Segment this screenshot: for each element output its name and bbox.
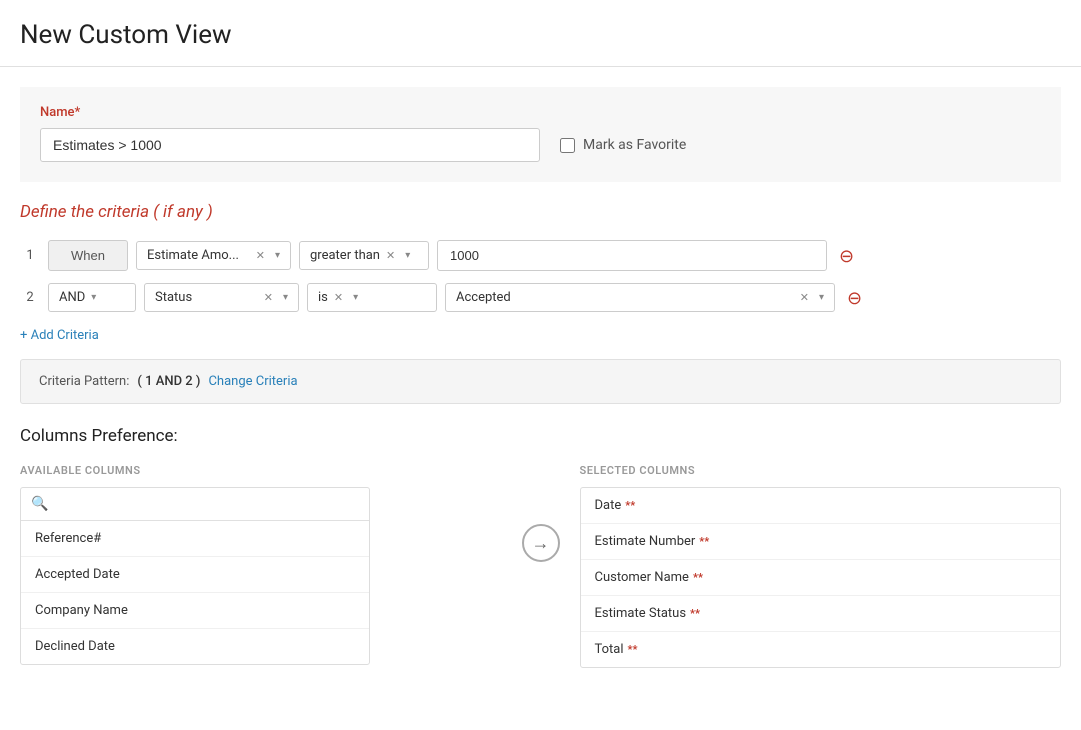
value-label-2: Accepted — [456, 290, 511, 305]
remove-criteria-1[interactable]: ⊖ — [835, 243, 858, 269]
field-arrow-1: ▾ — [275, 250, 280, 261]
available-columns-title: AVAILABLE COLUMNS — [20, 464, 502, 477]
field-label-2: Status — [155, 290, 258, 305]
row-num-1: 1 — [20, 248, 40, 263]
main-content: Name* Mark as Favorite Define the criter… — [0, 67, 1081, 688]
name-row: Mark as Favorite — [40, 128, 1041, 162]
selected-item-estimate-number-label: Estimate Number — [595, 534, 696, 549]
required-mark-total: ** — [628, 643, 638, 656]
operator-label-1: greater than — [310, 248, 380, 263]
field-dropdown-2[interactable]: Status ✕ ▾ — [144, 283, 299, 312]
available-columns-box: 🔍 Reference# Accepted Date Company Name … — [20, 487, 370, 665]
selected-item-estimate-status-label: Estimate Status — [595, 606, 687, 621]
criteria-row-2: 2 AND ▾ Status ✕ ▾ is ✕ ▾ Accepted ✕ ▾ ⊖ — [20, 283, 1061, 312]
name-section: Name* Mark as Favorite — [20, 87, 1061, 182]
page-title: New Custom View — [20, 20, 1061, 50]
condition-dropdown-2[interactable]: AND ▾ — [48, 283, 136, 312]
columns-container: AVAILABLE COLUMNS 🔍 Reference# Accepted … — [20, 464, 1061, 668]
criteria-row-1: 1 When Estimate Amo... ✕ ▾ greater than … — [20, 240, 1061, 271]
name-input[interactable] — [40, 128, 540, 162]
operator-dropdown-2[interactable]: is ✕ ▾ — [307, 283, 437, 312]
field-clear-1[interactable]: ✕ — [256, 249, 265, 262]
mark-as-favorite-label[interactable]: Mark as Favorite — [583, 137, 686, 153]
condition-label-2: AND — [59, 290, 85, 305]
transfer-right-button[interactable]: → — [522, 524, 560, 562]
mark-as-favorite-checkbox[interactable] — [560, 138, 575, 153]
selected-item-total-label: Total — [595, 642, 624, 657]
selected-item-date[interactable]: Date ** — [581, 488, 1061, 524]
selected-columns-title: SELECTED COLUMNS — [580, 464, 1062, 477]
row-num-2: 2 — [20, 290, 40, 305]
columns-pref-title: Columns Preference: — [20, 426, 1061, 446]
selected-columns-section: SELECTED COLUMNS Date ** Estimate Number… — [580, 464, 1062, 668]
transfer-right-icon: → — [532, 533, 550, 554]
available-item-declined-date[interactable]: Declined Date — [21, 629, 369, 664]
value-arrow-2: ▾ — [819, 292, 824, 303]
pattern-value: ( 1 AND 2 ) — [137, 374, 200, 389]
search-icon: 🔍 — [31, 496, 48, 512]
available-item-accepted-date[interactable]: Accepted Date — [21, 557, 369, 593]
criteria-section: Define the criteria ( if any ) 1 When Es… — [20, 202, 1061, 404]
transfer-button-area: → — [502, 524, 580, 562]
available-item-company-name[interactable]: Company Name — [21, 593, 369, 629]
add-criteria-link[interactable]: + Add Criteria — [20, 328, 99, 343]
pattern-label: Criteria Pattern: — [39, 374, 129, 389]
condition-arrow-2: ▾ — [91, 292, 96, 303]
when-button[interactable]: When — [48, 240, 128, 271]
available-item-reference[interactable]: Reference# — [21, 521, 369, 557]
criteria-title: Define the criteria ( if any ) — [20, 202, 1061, 222]
favorite-row: Mark as Favorite — [560, 137, 686, 153]
page-header: New Custom View — [0, 0, 1081, 67]
name-label: Name* — [40, 105, 1041, 120]
search-row: 🔍 — [21, 488, 369, 521]
available-columns-section: AVAILABLE COLUMNS 🔍 Reference# Accepted … — [20, 464, 502, 665]
required-mark-customer-name: ** — [693, 571, 703, 584]
required-mark-date: ** — [625, 499, 635, 512]
field-clear-2[interactable]: ✕ — [264, 291, 273, 304]
change-criteria-link[interactable]: Change Criteria — [208, 374, 297, 389]
value-input-1[interactable] — [437, 240, 827, 271]
selected-columns-box: Date ** Estimate Number ** Customer Name… — [580, 487, 1062, 668]
operator-arrow-2: ▾ — [353, 292, 358, 303]
column-search-input[interactable] — [54, 497, 359, 512]
field-dropdown-1[interactable]: Estimate Amo... ✕ ▾ — [136, 241, 291, 270]
field-arrow-2: ▾ — [283, 292, 288, 303]
remove-criteria-2[interactable]: ⊖ — [843, 285, 866, 311]
operator-arrow-1: ▾ — [405, 250, 410, 261]
selected-item-date-label: Date — [595, 498, 622, 513]
selected-item-customer-name-label: Customer Name — [595, 570, 689, 585]
columns-section: Columns Preference: AVAILABLE COLUMNS 🔍 … — [20, 426, 1061, 668]
selected-item-total[interactable]: Total ** — [581, 632, 1061, 667]
selected-item-estimate-number[interactable]: Estimate Number ** — [581, 524, 1061, 560]
criteria-pattern-bar: Criteria Pattern: ( 1 AND 2 ) Change Cri… — [20, 359, 1061, 404]
operator-dropdown-1[interactable]: greater than ✕ ▾ — [299, 241, 429, 270]
value-clear-2[interactable]: ✕ — [800, 291, 809, 304]
required-mark-estimate-status: ** — [690, 607, 700, 620]
operator-clear-1[interactable]: ✕ — [386, 249, 395, 262]
required-mark-estimate-number: ** — [699, 535, 709, 548]
selected-item-customer-name[interactable]: Customer Name ** — [581, 560, 1061, 596]
value-dropdown-2[interactable]: Accepted ✕ ▾ — [445, 283, 835, 312]
operator-label-2: is — [318, 290, 328, 305]
selected-item-estimate-status[interactable]: Estimate Status ** — [581, 596, 1061, 632]
field-label-1: Estimate Amo... — [147, 248, 250, 263]
operator-clear-2[interactable]: ✕ — [334, 291, 343, 304]
